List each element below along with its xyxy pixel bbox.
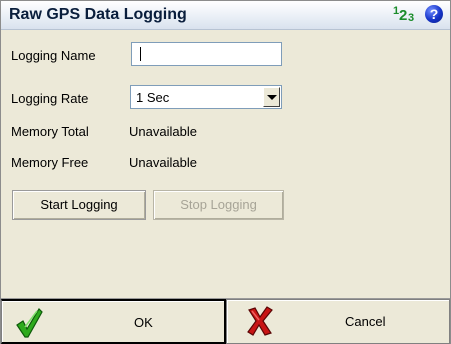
title-bar: Raw GPS Data Logging 1 2 3 ? bbox=[1, 1, 450, 30]
logging-rate-label: Logging Rate bbox=[11, 91, 89, 106]
footer-bar: OK Cancel bbox=[1, 298, 450, 344]
memory-free-value: Unavailable bbox=[129, 155, 197, 170]
text-caret bbox=[140, 47, 141, 61]
memory-total-value: Unavailable bbox=[129, 124, 197, 139]
cancel-label: Cancel bbox=[345, 314, 386, 329]
number-input-mode-icon[interactable]: 1 2 3 bbox=[393, 5, 423, 25]
ok-button[interactable]: OK bbox=[1, 299, 226, 344]
logging-rate-value: 1 Sec bbox=[136, 90, 170, 105]
memory-free-label: Memory Free bbox=[11, 155, 89, 170]
cross-icon bbox=[247, 306, 273, 336]
ok-label: OK bbox=[134, 315, 153, 330]
logging-rate-dropdown[interactable]: 1 Sec bbox=[130, 85, 282, 109]
start-logging-button[interactable]: Start Logging bbox=[12, 190, 146, 220]
dialog-window: Raw GPS Data Logging 1 2 3 ? Logging Nam… bbox=[0, 0, 451, 344]
logging-name-label: Logging Name bbox=[11, 48, 96, 63]
stop-logging-button[interactable]: Stop Logging bbox=[153, 190, 284, 220]
window-title: Raw GPS Data Logging bbox=[9, 6, 187, 23]
cancel-button[interactable]: Cancel bbox=[226, 299, 450, 344]
memory-total-label: Memory Total bbox=[11, 124, 89, 139]
checkmark-icon bbox=[16, 308, 43, 338]
dropdown-arrow-icon[interactable] bbox=[263, 87, 280, 107]
logging-name-field[interactable] bbox=[132, 43, 281, 65]
help-icon[interactable]: ? bbox=[425, 5, 443, 23]
logging-name-input[interactable] bbox=[131, 42, 282, 66]
